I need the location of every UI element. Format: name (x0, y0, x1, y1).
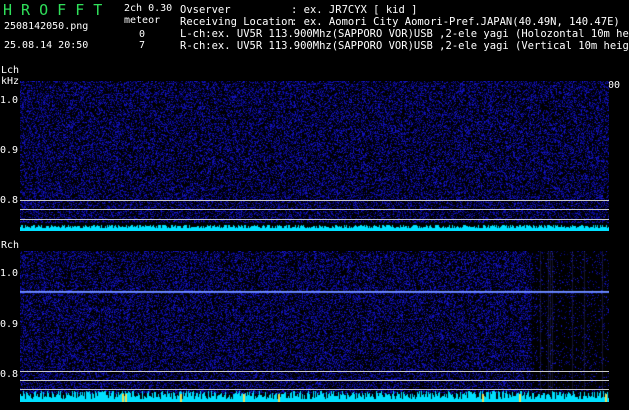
lch-meteor-count: 0 (139, 29, 146, 40)
observer-label: Ovserver (180, 4, 231, 16)
rch-freq-tick: 0.8 (0, 369, 19, 380)
lch-reference-line (20, 219, 609, 220)
rch-receiver-line: R-ch:ex. UV5R 113.900Mhz(SAPPORO VOR)USB… (180, 40, 629, 52)
lch-receiver-line: L-ch:ex. UV5R 113.900Mhz(SAPPORO VOR)USB… (180, 28, 629, 40)
lch-freq-tick: 0.8 (0, 195, 19, 206)
rch-channel-label: Rch (1, 240, 20, 251)
lch-freq-tick: 0.9 (0, 145, 19, 156)
lch-channel-label: Lch (1, 65, 20, 76)
location-value: : ex. Aomori City Aomori-Pref.JAPAN(40.4… (291, 16, 620, 28)
rch-meteor-count: 7 (139, 40, 146, 51)
meteor-label: meteor (124, 15, 161, 26)
rch-reference-line (20, 371, 609, 372)
lch-reference-line (20, 209, 609, 210)
lch-unit-label: kHz (1, 76, 20, 87)
rch-reference-line (20, 380, 609, 381)
app-title: H R O F F T (3, 1, 103, 19)
location-label: Receiving Location (180, 16, 294, 28)
filename-label: 2508142050.png (4, 21, 89, 32)
mode-label: 2ch 0.30 (124, 3, 173, 14)
observer-value: : ex. JR7CYX [ kid ] (291, 4, 418, 16)
rch-freq-tick: 1.0 (0, 268, 19, 279)
rch-freq-tick: 0.9 (0, 319, 19, 330)
datetime-label: 25.08.14 20:50 (4, 40, 89, 51)
lch-reference-line (20, 200, 609, 201)
lch-freq-tick: 1.0 (0, 95, 19, 106)
rch-reference-line (20, 389, 609, 390)
